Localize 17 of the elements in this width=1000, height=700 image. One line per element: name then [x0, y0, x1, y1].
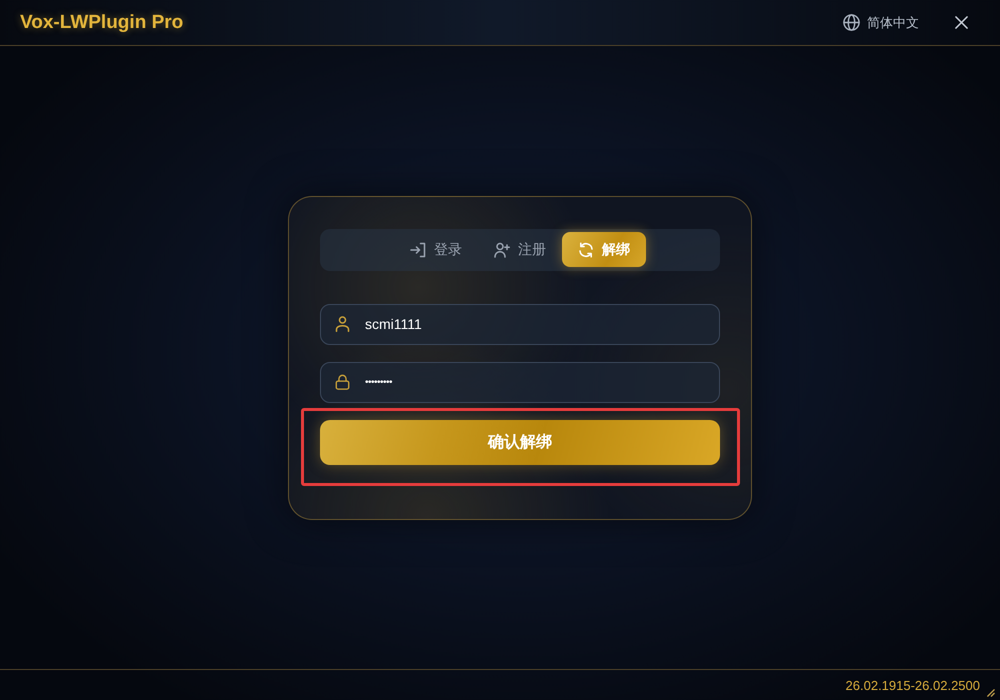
login-icon [410, 242, 426, 258]
globe-icon [843, 14, 860, 31]
password-field[interactable]: ••••••••• [320, 362, 720, 402]
close-button[interactable] [955, 16, 968, 29]
language-button[interactable]: 简体中文 [843, 14, 919, 32]
lock-icon [335, 374, 350, 390]
confirm-button[interactable]: 确认解绑 [320, 420, 720, 464]
close-icon [955, 16, 968, 29]
user-plus-icon [494, 242, 510, 258]
tab[interactable]: 注册 [478, 232, 562, 267]
tab[interactable]: 登录 [394, 232, 478, 267]
username-field[interactable]: scmi1111 [320, 304, 720, 344]
refresh-icon [578, 242, 594, 258]
date-range-text: 26.02.1915-26.02.2500 [846, 678, 980, 692]
user-icon [335, 316, 350, 332]
resize-grip-icon [986, 688, 995, 697]
app-title: Vox-LWPlugin Pro [20, 12, 184, 34]
